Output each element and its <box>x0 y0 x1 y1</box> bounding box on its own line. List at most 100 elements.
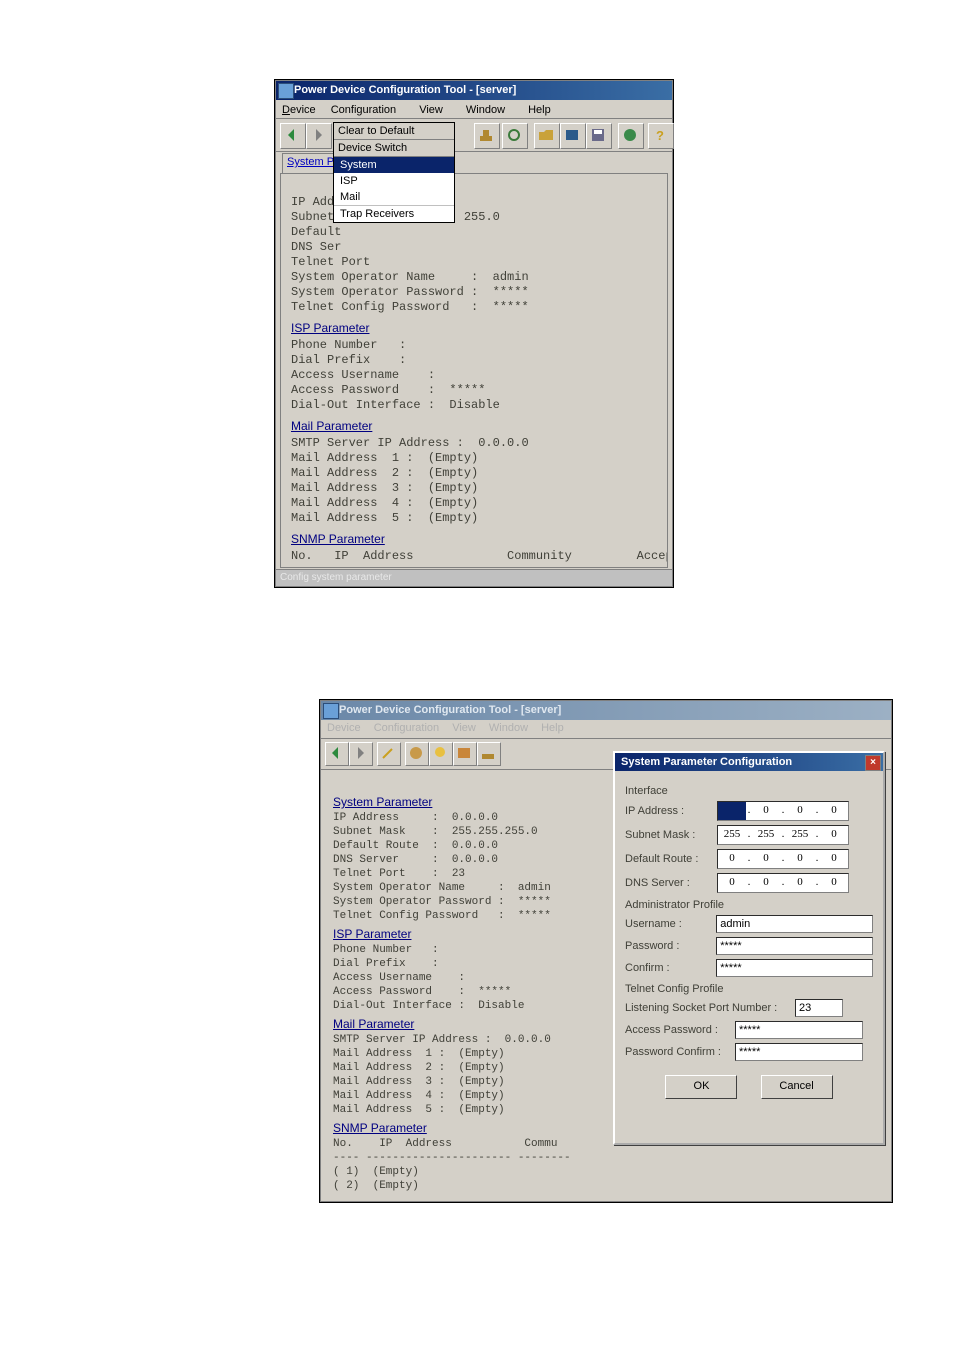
isp-dial: Dial-Out Interface : Disable <box>291 398 500 412</box>
menubar[interactable]: DDeviceevice Configuration View Window H… <box>276 100 672 119</box>
menu-view[interactable]: View <box>415 100 459 116</box>
bulb-icon[interactable] <box>429 742 453 766</box>
sys-ip: IP Address : 0.0.0.0 <box>333 812 498 824</box>
mail2-4: Mail Address 4 : (Empty) <box>333 1090 505 1102</box>
mail2-5: Mail Address 5 : (Empty) <box>333 1104 505 1116</box>
ip-address-input[interactable]: . 0. 0. 0 <box>717 801 849 821</box>
lbl-telnet: Telnet Port <box>291 255 370 269</box>
snmp-heading2: SNMP Parameter <box>333 1121 609 1135</box>
mail2-smtp: SMTP Server IP Address : 0.0.0.0 <box>333 1034 551 1046</box>
menu-device-2[interactable]: Device <box>325 720 369 734</box>
menu-device[interactable]: DDeviceevice <box>280 102 324 116</box>
port-input[interactable]: 23 <box>795 999 843 1017</box>
menu-help-2[interactable]: Help <box>539 720 572 734</box>
mail-4: Mail Address 4 : (Empty) <box>291 496 478 510</box>
nav-fwd-button[interactable] <box>349 742 373 766</box>
lbl-access-pw-confirm: Password Confirm : <box>625 1046 735 1058</box>
mail-1: Mail Address 1 : (Empty) <box>291 451 478 465</box>
menu-config-2[interactable]: Configuration <box>372 720 447 734</box>
nav-fwd-button[interactable] <box>306 123 332 149</box>
lbl-subnet: Subnet <box>291 210 334 224</box>
section-admin: Administrator Profile <box>625 899 873 911</box>
default-route-input[interactable]: 0. 0. 0. 0 <box>717 849 849 869</box>
mail-heading2: Mail Parameter <box>333 1017 609 1031</box>
snmp-heading: SNMP Parameter <box>291 532 657 547</box>
save-icon[interactable] <box>586 123 612 149</box>
wand-icon[interactable] <box>377 742 401 766</box>
text-panel: IP Addr Subnet 255.0 Default DNS Ser Tel… <box>280 173 668 568</box>
lbl-dns: DNS Server : <box>625 877 717 889</box>
isp2-prefix: Dial Prefix : <box>333 958 439 970</box>
ok-button[interactable]: OK <box>665 1075 737 1099</box>
menu-configuration[interactable]: Configuration <box>327 100 412 116</box>
lbl-username: Username : <box>625 918 716 930</box>
sys-sn: Subnet Mask : 255.255.255.0 <box>333 826 538 838</box>
mail-5: Mail Address 5 : (Empty) <box>291 511 478 525</box>
ip-oct3[interactable]: 0 <box>786 802 814 820</box>
ip-oct4[interactable]: 0 <box>820 802 848 820</box>
confirm-input[interactable]: ***** <box>716 959 873 977</box>
dialog-title[interactable]: System Parameter Configuration × <box>615 753 883 771</box>
statusbar: Config system parameter <box>276 569 672 586</box>
menubar-2: Device Configuration View Window Help <box>321 720 891 739</box>
cancel-button[interactable]: Cancel <box>761 1075 833 1099</box>
menu-window-2[interactable]: Window <box>487 720 536 734</box>
isp-heading2: ISP Parameter <box>333 927 609 941</box>
subnet-input[interactable]: 255. 255. 255. 0 <box>717 825 849 845</box>
titlebar[interactable]: Power Device Configuration Tool - [serve… <box>276 81 672 100</box>
help-icon[interactable]: ? <box>648 123 674 149</box>
dd-header-2[interactable]: Device Switch <box>334 140 454 157</box>
window-icon[interactable] <box>453 742 477 766</box>
refresh-icon[interactable] <box>502 123 528 149</box>
access-pw-input[interactable]: ***** <box>735 1021 863 1039</box>
palette-icon[interactable] <box>405 742 429 766</box>
sys-dns: DNS Server : 0.0.0.0 <box>333 854 498 866</box>
ip-oct1[interactable] <box>718 802 746 820</box>
lbl-ip-address: IP Address : <box>625 805 717 817</box>
menu-view-2[interactable]: View <box>450 720 484 734</box>
lbl-oppass: System Operator Password : ***** <box>291 285 529 299</box>
sys-tp: Telnet Port : 23 <box>333 868 465 880</box>
svg-text:?: ? <box>656 128 664 143</box>
connect-icon[interactable] <box>474 123 500 149</box>
section-telnet: Telnet Config Profile <box>625 983 873 995</box>
app-icon <box>278 83 294 99</box>
dns-input[interactable]: 0. 0. 0. 0 <box>717 873 849 893</box>
lbl-default-route: Default Route : <box>625 853 717 865</box>
dd-item-system[interactable]: System <box>334 157 454 173</box>
mail2-3: Mail Address 3 : (Empty) <box>333 1076 505 1088</box>
dd-header-1[interactable]: Clear to Default <box>334 123 454 140</box>
globe-icon[interactable] <box>618 123 644 149</box>
close-icon[interactable]: × <box>865 755 881 771</box>
mail-3: Mail Address 3 : (Empty) <box>291 481 478 495</box>
window-1: Power Device Configuration Tool - [serve… <box>275 80 673 587</box>
lbl-dns: DNS Ser <box>291 240 341 254</box>
isp-heading: ISP Parameter <box>291 321 657 336</box>
mail-heading: Mail Parameter <box>291 419 657 434</box>
lbl-subnet: Subnet Mask : <box>625 829 717 841</box>
menu-help[interactable]: Help <box>524 100 567 116</box>
connect-icon[interactable] <box>477 742 501 766</box>
open-icon[interactable] <box>534 123 560 149</box>
username-input[interactable]: admin <box>716 915 873 933</box>
isp-user: Access Username : <box>291 368 435 382</box>
nav-back-button[interactable] <box>280 123 306 149</box>
sys-heading: System Parameter <box>333 795 609 809</box>
sys-op: System Operator Password : ***** <box>333 896 551 908</box>
nav-back-button[interactable] <box>325 742 349 766</box>
mail-2: Mail Address 2 : (Empty) <box>291 466 478 480</box>
dd-item-trap[interactable]: Trap Receivers <box>334 205 454 222</box>
password-input[interactable]: ***** <box>716 937 873 955</box>
device-icon[interactable] <box>560 123 586 149</box>
menu-window[interactable]: Window <box>462 100 521 116</box>
dd-item-mail[interactable]: Mail <box>334 189 454 205</box>
title-text-2: Power Device Configuration Tool - [serve… <box>339 704 561 716</box>
dd-item-isp[interactable]: ISP <box>334 173 454 189</box>
mail-smtp: SMTP Server IP Address : 0.0.0.0 <box>291 436 529 450</box>
access-pw-confirm-input[interactable]: ***** <box>735 1043 863 1061</box>
lbl-telpass: Telnet Config Password : ***** <box>291 300 529 314</box>
config-dropdown[interactable]: Clear to Default Device Switch System IS… <box>333 122 455 223</box>
ip-oct2[interactable]: 0 <box>752 802 780 820</box>
snmp-hdr: No. IP Address Community Accept <box>291 549 668 563</box>
section-interface: Interface <box>625 785 873 797</box>
